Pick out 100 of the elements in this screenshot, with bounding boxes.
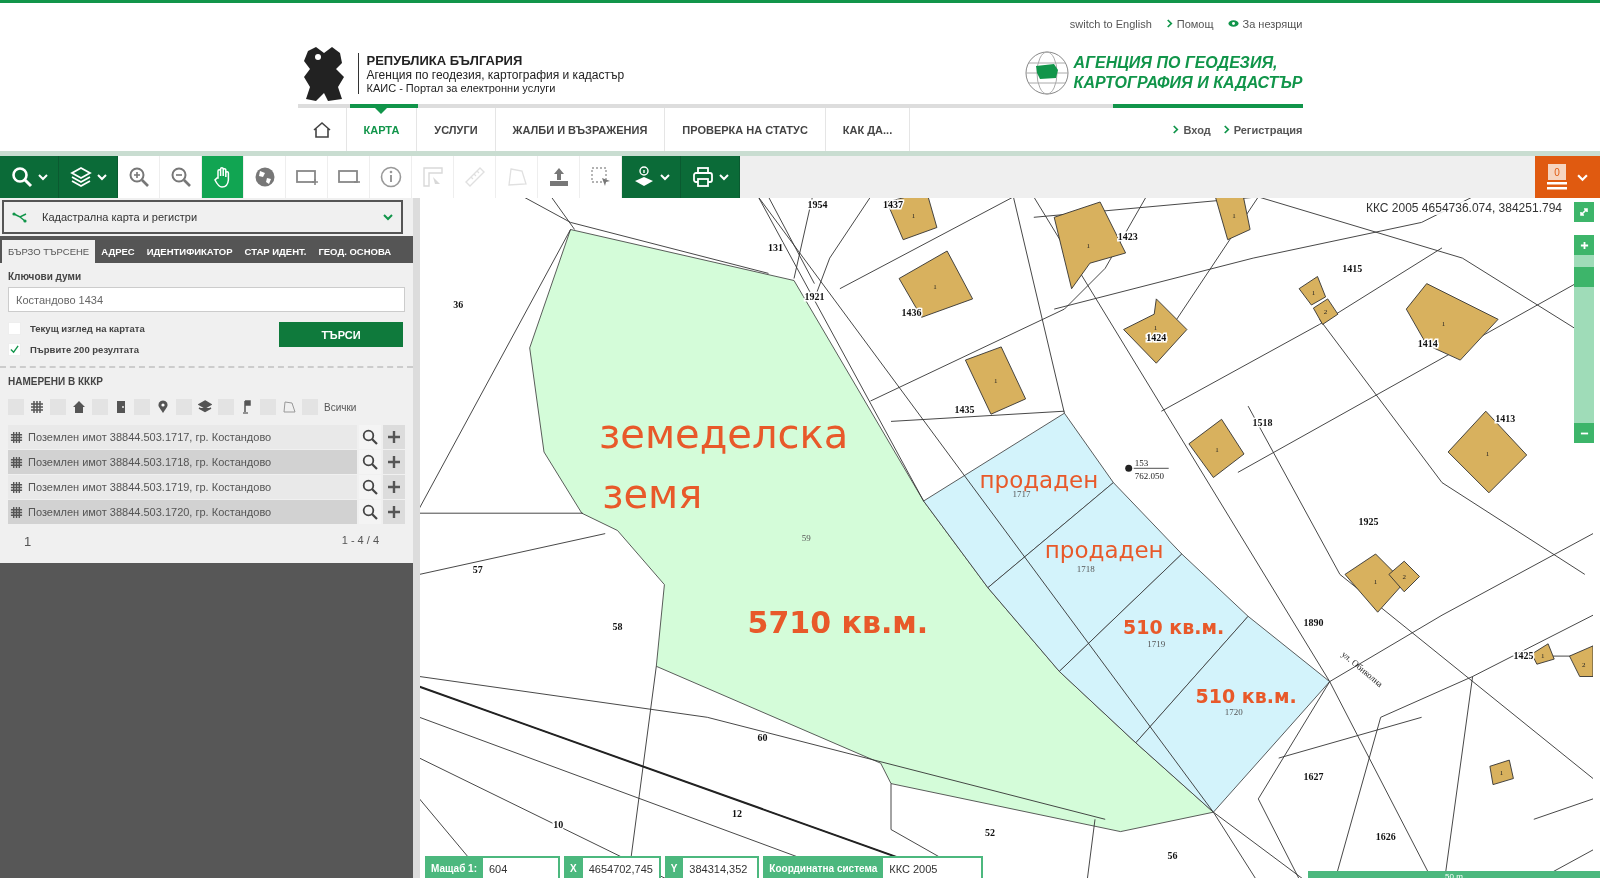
search-tab[interactable]: БЪРЗО ТЪРСЕНЕ: [2, 240, 96, 263]
search-tab[interactable]: СТАР ИДЕНТ.: [238, 240, 313, 263]
zoom-to-button[interactable]: [359, 450, 381, 474]
zoom-to-button[interactable]: [359, 425, 381, 449]
tool-button[interactable]: [118, 156, 160, 198]
account-link[interactable]: Вход: [1183, 123, 1211, 136]
benchmark-number: 153: [1134, 458, 1149, 469]
chevron-icon: [1165, 19, 1173, 28]
search-tab[interactable]: АДРЕС: [95, 240, 141, 263]
parcel-number: 59: [801, 532, 811, 543]
result-item[interactable]: Поземлен имот 38844.503.1718, гр. Костандово: [8, 450, 357, 474]
parcel-number: 1413: [1495, 413, 1516, 425]
result-text: Поземлен имот 38844.503.1718, гр. Костандово: [28, 456, 272, 468]
plus-icon: [386, 504, 402, 520]
map-annotation: земя: [602, 471, 703, 518]
grid-icon: [30, 400, 44, 414]
field-label: X: [570, 863, 578, 874]
add-button[interactable]: [383, 425, 405, 449]
search-icon: [362, 504, 378, 520]
country-title: РЕПУБЛИКА БЪЛГАРИЯ: [366, 52, 524, 68]
agency-logo-text: АГЕНЦИЯ ПО ГЕОДЕЗИЯ,: [1073, 53, 1279, 73]
checkbox-label: Текущ изглед на картата: [30, 323, 145, 334]
benchmark-height: 762.050: [1134, 471, 1164, 482]
add-button[interactable]: [383, 475, 405, 499]
value-field[interactable]: 4654702,745: [582, 858, 659, 878]
caret-icon: [719, 172, 729, 182]
add-button[interactable]: [383, 450, 405, 474]
parcel-number: 52: [984, 826, 995, 838]
checkbox[interactable]: [8, 343, 21, 356]
parcel-number: 1954: [807, 199, 828, 210]
grid-icon: [10, 430, 23, 444]
field-label: Координатна система: [769, 863, 879, 874]
flag-icon: [240, 400, 254, 414]
zoom-in-button[interactable]: [1574, 235, 1594, 255]
tool-button[interactable]: [244, 156, 286, 198]
tool-button[interactable]: [160, 156, 202, 198]
benchmark-icon: [1125, 464, 1133, 472]
layers-icon: [69, 165, 93, 189]
dropdown-tool-button[interactable]: [0, 156, 59, 198]
parcel-number: 1415: [1342, 263, 1363, 275]
value-field[interactable]: ККС 2005: [883, 858, 982, 878]
search-tab[interactable]: ИДЕНТИФИКАТОР: [140, 240, 239, 263]
grid-icon: [10, 455, 23, 469]
expand-button[interactable]: [1574, 202, 1594, 222]
top-link[interactable]: Помощ: [1176, 17, 1214, 30]
tool-button[interactable]: [370, 156, 412, 198]
map-annotation: 5710 кв.м.: [747, 604, 929, 640]
tool-button[interactable]: [580, 156, 622, 198]
field-label: Мащаб 1:: [431, 863, 478, 874]
map-annotation: продаден: [979, 466, 1099, 493]
map-annotation: 510 кв.м.: [1123, 615, 1225, 638]
tool-button[interactable]: [328, 156, 370, 198]
page-number[interactable]: 1: [24, 534, 32, 549]
door-icon: [114, 400, 128, 414]
parcel-number: 1627: [1303, 770, 1324, 782]
parcel-number: 1718: [1076, 564, 1095, 575]
slider-thumb[interactable]: [1574, 267, 1594, 287]
parcel-number: 58: [612, 620, 623, 632]
search-tab[interactable]: ГЕОД. ОСНОВА: [312, 240, 398, 263]
zoom-to-button[interactable]: [359, 475, 381, 499]
top-link[interactable]: За незрящи: [1242, 17, 1303, 30]
result-text: Поземлен имот 38844.503.1720, гр. Костандово: [28, 506, 272, 518]
dropdown-tool-button[interactable]: [59, 156, 118, 198]
source-dropdown[interactable]: Кадастрална карта и регистри: [2, 200, 403, 234]
list-icon: [1547, 182, 1567, 190]
checkbox-label: Първите 200 резултата: [30, 344, 139, 355]
caret-icon: [383, 212, 393, 222]
scale-bar: 50 m: [1308, 871, 1600, 878]
layers-icon: [198, 400, 212, 414]
add-button[interactable]: [383, 500, 405, 524]
result-item[interactable]: Поземлен имот 38844.503.1720, гр. Костандово: [8, 500, 357, 524]
result-item[interactable]: Поземлен имот 38844.503.1717, гр. Костандово: [8, 425, 357, 449]
cart-count: 0: [1548, 164, 1566, 180]
value-field[interactable]: 604: [483, 858, 558, 878]
tool-button[interactable]: [202, 156, 244, 198]
parcel-number: 1925: [1358, 516, 1379, 528]
parcel-number: 1424: [1146, 331, 1167, 343]
search-icon: [362, 454, 378, 470]
tool-button[interactable]: [286, 156, 328, 198]
chevron-icon: [1172, 125, 1180, 134]
account-link[interactable]: Регистрация: [1233, 123, 1303, 136]
parcel-number: 131: [768, 241, 784, 253]
value-field[interactable]: 384314,352: [683, 858, 758, 878]
zoom-to-button[interactable]: [359, 500, 381, 524]
grid-icon: [10, 480, 23, 494]
info-icon: [378, 165, 403, 189]
top-link[interactable]: switch to English: [1069, 17, 1152, 30]
tool-button[interactable]: [538, 156, 580, 198]
coordinate-readout: ККС 2005 4654736.074, 384251.794: [1364, 201, 1564, 215]
agency-subtitle: Агенция по геодезия, картография и кадастър: [366, 67, 625, 82]
globe-logo-icon: [1023, 50, 1070, 96]
result-item[interactable]: Поземлен имот 38844.503.1719, гр. Костандово: [8, 475, 357, 499]
keywords-field[interactable]: Костандово 1434: [8, 287, 405, 312]
ruler-corner-icon: [420, 165, 445, 189]
parcel-number: 1518: [1252, 417, 1273, 429]
agency-subtitle: КАИС - Портал за електронни услуги: [366, 81, 556, 94]
search-button[interactable]: ТЪРСИ: [279, 322, 403, 347]
dropdown-tool-button[interactable]: [622, 156, 681, 198]
map-annotation: продаден: [1044, 537, 1164, 564]
dropdown-tool-button[interactable]: [681, 156, 740, 198]
